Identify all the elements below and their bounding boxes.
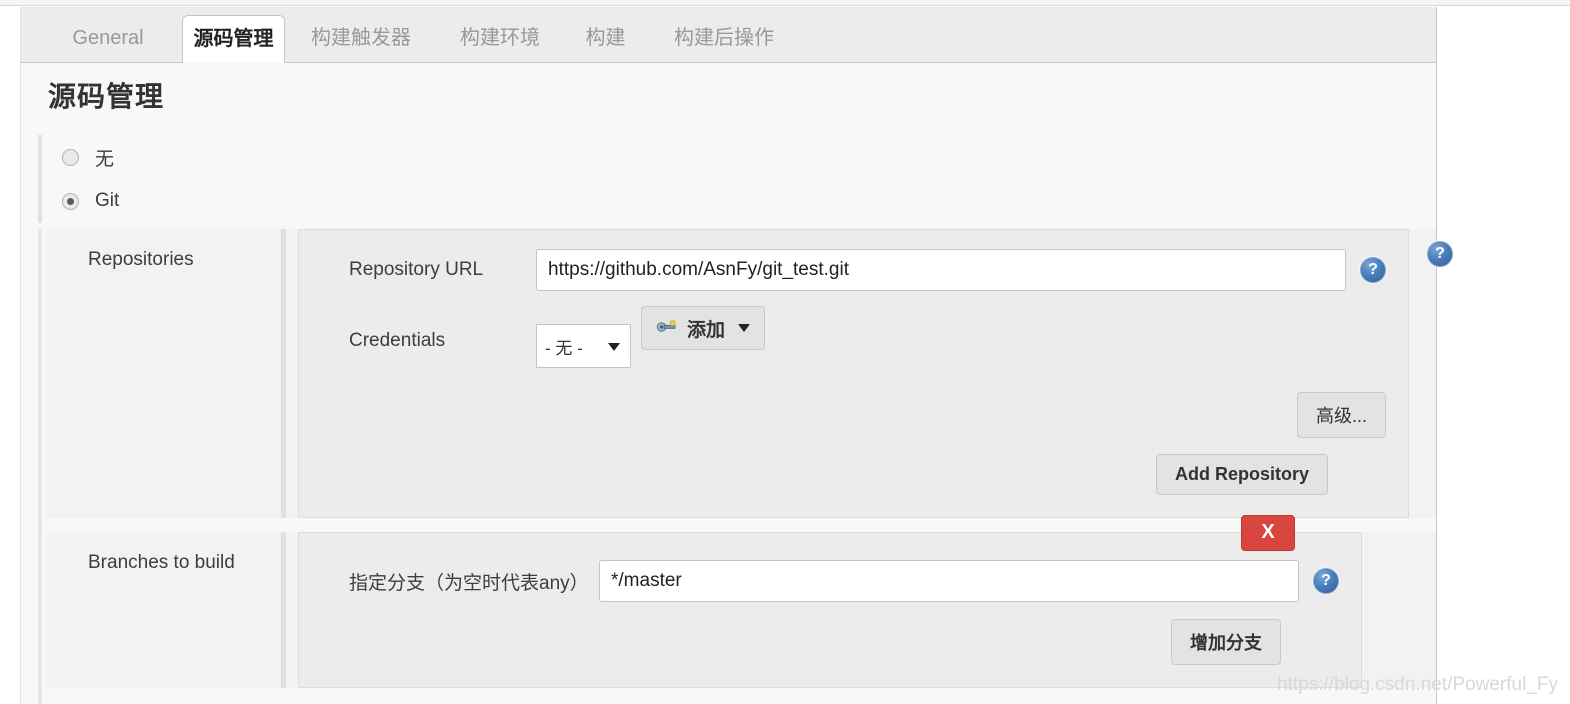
tab-2[interactable]: 源码管理 [182, 15, 285, 63]
radio-button[interactable] [62, 148, 79, 166]
scm-option-2[interactable]: Git [62, 179, 1418, 223]
tab-label: 构建环境 [460, 27, 540, 49]
row-separator [46, 518, 1436, 532]
config-tab-bar: General 源码管理 构建触发器 构建环境 构建 构建后操作 [21, 7, 1436, 63]
tab-6[interactable]: 构建后操作 [648, 15, 800, 63]
repository-config-block: Repository URL ? Credentials - 无 - [298, 229, 1409, 518]
credentials-label: Credentials [349, 330, 446, 351]
radio-button[interactable] [62, 192, 79, 210]
chevron-down-icon [738, 324, 751, 332]
repositories-help-icon-wrap: ? [1427, 241, 1453, 267]
add-repository-button-row: Add Repository [321, 454, 1328, 495]
add-repository-button[interactable]: Add Repository [1155, 454, 1328, 495]
scm-option-label: 无 [95, 148, 115, 170]
repositories-label: Repositories [88, 249, 194, 270]
help-icon[interactable]: ? [1313, 568, 1339, 594]
help-icon[interactable]: ? [1360, 257, 1386, 283]
add-credentials-label: 添加 [687, 319, 726, 341]
help-icon[interactable]: ? [1427, 241, 1453, 267]
add-credentials-button[interactable]: 添加 [641, 306, 766, 350]
repository-url-label: Repository URL [349, 259, 484, 280]
tab-label: 构建触发器 [311, 27, 411, 49]
delete-branch-button[interactable]: X [1241, 515, 1295, 551]
branch-specifier-input[interactable] [599, 560, 1299, 602]
tab-3[interactable]: 构建触发器 [285, 15, 437, 63]
tab-label: 构建后操作 [674, 27, 774, 49]
tab-label: General [72, 27, 144, 49]
branches-label: Branches to build [88, 552, 235, 573]
branch-specifier-label: 指定分支（为空时代表any） [349, 572, 589, 594]
scm-form-area: Repositories ? Repository URL ? [38, 229, 1453, 704]
top-strip [0, 0, 1570, 6]
scm-option-label: Git [95, 190, 120, 211]
jenkins-job-config-page: General 源码管理 构建触发器 构建环境 构建 构建后操作 源码管理 无 Git Re… [0, 0, 1570, 704]
tab-1[interactable]: General [34, 15, 182, 63]
add-branch-button[interactable]: 增加分支 [1171, 619, 1281, 665]
advanced-button-row: 高级... [321, 392, 1386, 438]
repositories-row: Repositories ? Repository URL ? [46, 229, 1453, 518]
config-panel-body: 源码管理 无 Git Repositories ? Repository URL [21, 63, 1453, 704]
credentials-select[interactable]: - 无 - [536, 324, 631, 368]
branch-config-block: X 指定分支（为空时代表any） ? 增加分支 [298, 515, 1362, 688]
branches-field: X 指定分支（为空时代表any） ? 增加分支 [281, 515, 1442, 688]
advanced-button[interactable]: 高级... [1296, 392, 1386, 438]
repository-url-row: Repository URL ? [321, 248, 1386, 292]
tab-label: 源码管理 [193, 28, 274, 50]
tab-label: 构建 [585, 27, 626, 49]
key-icon [656, 316, 678, 340]
tab-5[interactable]: 构建 [563, 15, 648, 63]
scm-radio-group: 无 Git [38, 135, 1418, 223]
repositories-field: ? Repository URL ? Credentials [281, 229, 1489, 518]
credentials-select-value: - 无 - [545, 338, 583, 358]
branches-row: Branches to build X 指定分支（为空时代表any） ? 增加分… [46, 515, 1436, 688]
content-column: General 源码管理 构建触发器 构建环境 构建 构建后操作 源码管理 无 Git Re… [20, 7, 1453, 704]
tab-4[interactable]: 构建环境 [437, 15, 563, 63]
add-branch-button-row: 增加分支 [321, 619, 1281, 665]
branch-specifier-row: 指定分支（为空时代表any） ? [321, 559, 1339, 603]
scm-option-1[interactable]: 无 [62, 135, 1418, 179]
page-title: 源码管理 [48, 81, 165, 112]
chevron-down-icon [608, 343, 620, 351]
credentials-row: Credentials - 无 - 添加 [321, 306, 1386, 378]
repository-url-input[interactable] [536, 249, 1346, 291]
